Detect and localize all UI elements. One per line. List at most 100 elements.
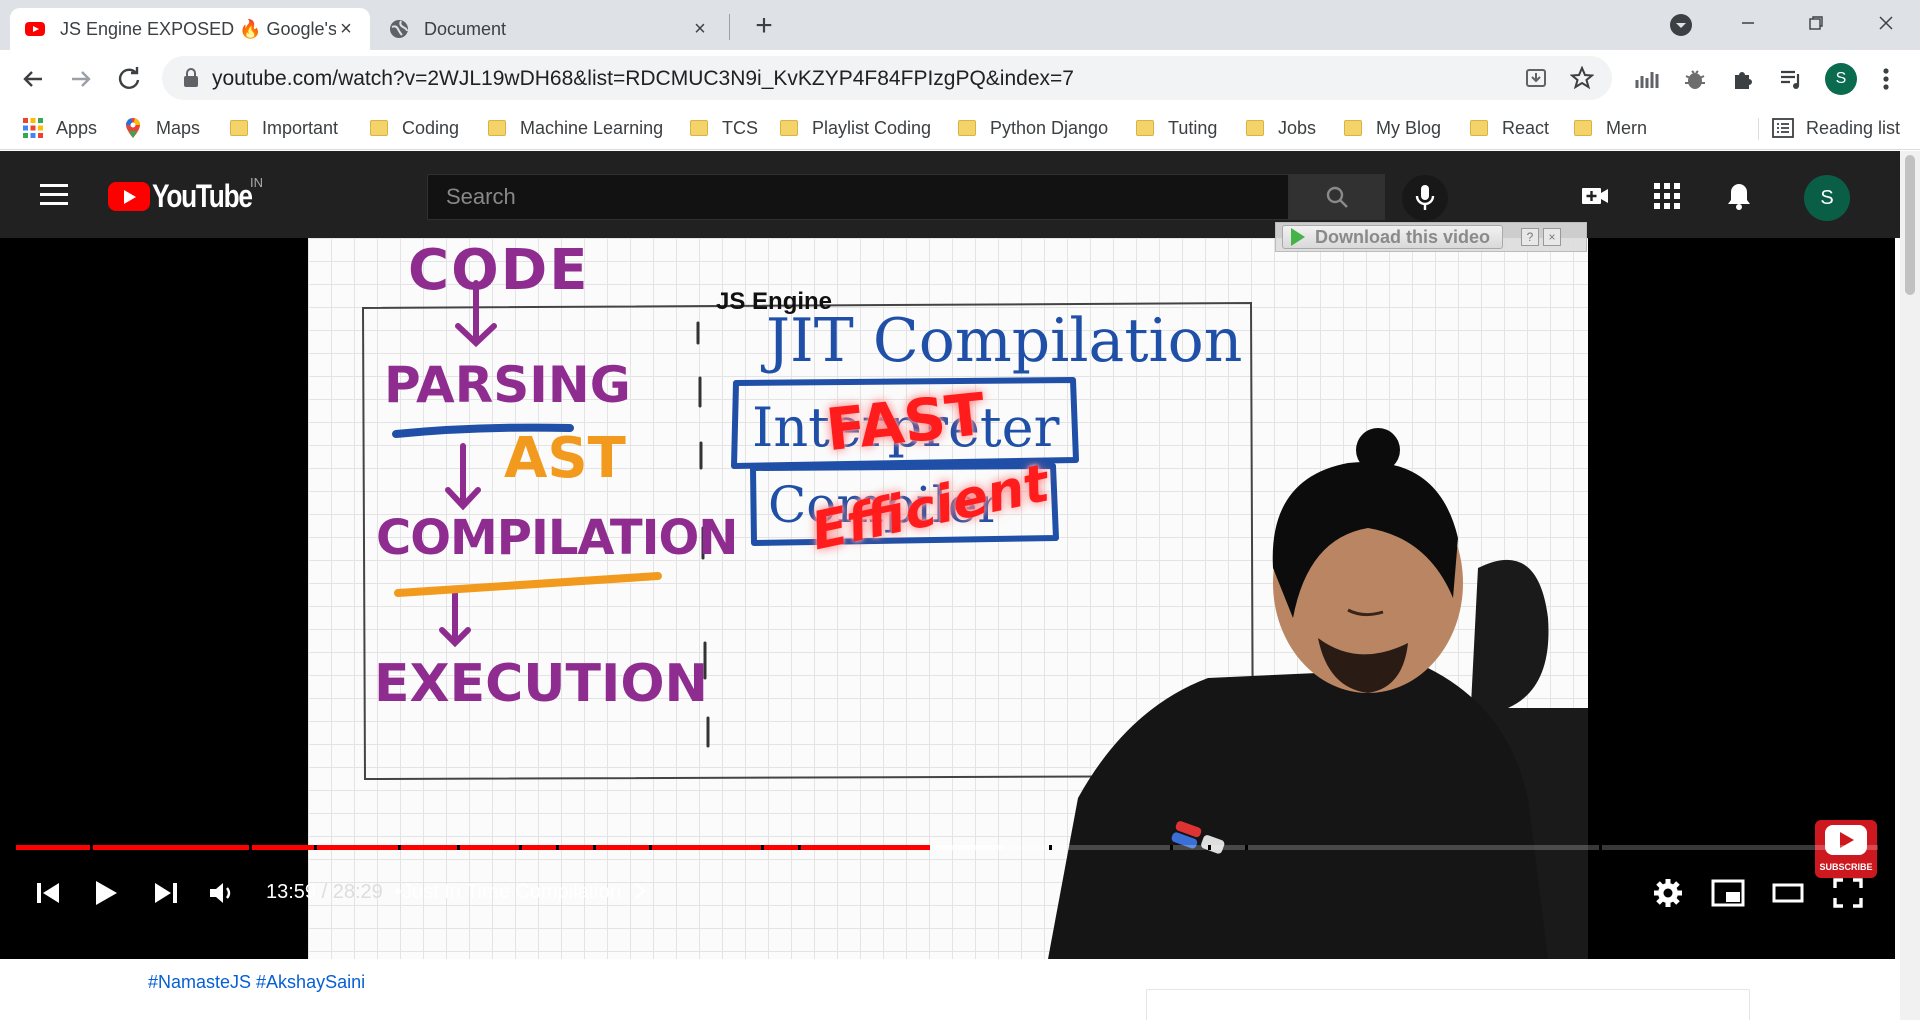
voice-search-button[interactable]: [1402, 175, 1448, 221]
bookmark-folder-my-blog[interactable]: My Blog: [1344, 116, 1441, 140]
chrome-menu-icon[interactable]: [1876, 64, 1896, 94]
bookmark-label: Playlist Coding: [812, 117, 932, 138]
play-button[interactable]: [86, 873, 126, 913]
youtube-icon: [25, 22, 45, 36]
theater-mode-button[interactable]: [1768, 873, 1808, 913]
video-player[interactable]: CODE JS Engine PARSING AST COMPILATION E…: [0, 238, 1895, 959]
sidebar-card: [1146, 989, 1750, 1020]
profile-avatar[interactable]: S: [1825, 63, 1857, 95]
notifications-bell-icon[interactable]: [1724, 181, 1754, 211]
progress-bar[interactable]: [16, 845, 1878, 851]
download-extension-bar: Download this video ? ×: [1275, 222, 1587, 252]
bookmark-folder-react[interactable]: React: [1470, 116, 1549, 140]
youtube-logo[interactable]: YouTube IN: [108, 175, 274, 214]
close-window-icon[interactable]: [1866, 8, 1906, 38]
bookmark-folder-tcs[interactable]: TCS: [690, 116, 758, 140]
bookmark-folder-machine-learning[interactable]: Machine Learning: [488, 116, 663, 140]
microphone-icon: [1415, 185, 1435, 210]
download-video-button[interactable]: Download this video: [1282, 225, 1504, 249]
settings-button[interactable]: [1648, 873, 1688, 913]
tab-youtube[interactable]: JS Engine EXPOSED 🔥 Google's V ×: [10, 8, 370, 50]
folder-icon: [488, 120, 506, 136]
chapter-gap: [397, 845, 401, 850]
folder-icon: [1470, 120, 1488, 136]
tab-document[interactable]: Document ×: [374, 8, 724, 50]
chapter-title-button[interactable]: Just In Time Compilation: [402, 881, 647, 904]
apps-grid-icon[interactable]: [1652, 181, 1682, 211]
folder-icon: [1246, 120, 1264, 136]
previous-button[interactable]: [28, 873, 68, 913]
install-app-icon[interactable]: [1524, 66, 1548, 90]
current-time: 13:59: [266, 881, 317, 903]
folder-icon: [958, 120, 976, 136]
media-control-icon[interactable]: [1778, 66, 1804, 92]
skip-next-icon: [155, 883, 177, 903]
new-tab-button[interactable]: +: [748, 9, 780, 42]
progress-played: [16, 845, 931, 850]
close-tab-icon[interactable]: ×: [336, 18, 356, 40]
miniplayer-button[interactable]: [1708, 873, 1748, 913]
bookmark-label: Machine Learning: [520, 117, 664, 138]
bookmark-label: Coding: [402, 117, 460, 138]
duration: 28:29: [332, 881, 383, 903]
chapter-gap: [1244, 845, 1248, 850]
bookmark-maps[interactable]: Maps: [122, 116, 200, 140]
bookmark-folder-playlist-coding[interactable]: Playlist Coding: [780, 116, 931, 140]
close-tab-icon[interactable]: ×: [690, 18, 710, 40]
url-text[interactable]: youtube.com/watch?v=2WJL19wDH68&list=RDC…: [212, 67, 1074, 91]
create-video-icon[interactable]: [1580, 181, 1610, 211]
bookmark-label: Mern: [1606, 117, 1648, 138]
apps-grid-icon: [23, 118, 43, 138]
chevron-right-icon: [634, 883, 646, 899]
forward-arrow-icon[interactable]: [66, 64, 96, 94]
chapter-bullet: •: [394, 881, 402, 903]
address-bar[interactable]: youtube.com/watch?v=2WJL19wDH68&list=RDC…: [162, 56, 1612, 100]
search-button[interactable]: [1289, 174, 1385, 220]
chapter-gap: [1598, 845, 1602, 850]
bookmark-folder-mern[interactable]: Mern: [1574, 116, 1647, 140]
time-separator: /: [316, 881, 333, 903]
tab-title: JS Engine EXPOSED 🔥 Google's V: [60, 18, 336, 39]
folder-icon: [370, 120, 388, 136]
tab-search-icon[interactable]: [1668, 12, 1694, 38]
back-arrow-icon[interactable]: [18, 64, 48, 94]
chapter-gap: [1170, 845, 1174, 850]
scrollbar-thumb[interactable]: [1905, 155, 1915, 295]
browser-toolbar: youtube.com/watch?v=2WJL19wDH68&list=RDC…: [0, 50, 1920, 106]
youtube-header: YouTube IN S: [0, 151, 1900, 238]
analytics-extension-icon[interactable]: [1634, 66, 1660, 92]
search-box[interactable]: [427, 174, 1289, 220]
extensions-puzzle-icon[interactable]: [1730, 66, 1756, 92]
browser-tab-strip: JS Engine EXPOSED 🔥 Google's V × Documen…: [0, 0, 1920, 50]
bookmark-apps[interactable]: Apps: [22, 116, 97, 140]
theater-mode-icon: [1772, 883, 1804, 903]
close-extension-button[interactable]: ×: [1543, 228, 1562, 246]
reading-list-button[interactable]: Reading list: [1772, 116, 1900, 140]
help-button[interactable]: ?: [1521, 228, 1540, 246]
bookmark-folder-important[interactable]: Important: [230, 116, 338, 140]
bookmark-label: React: [1502, 117, 1550, 138]
bookmark-folder-jobs[interactable]: Jobs: [1246, 116, 1316, 140]
bookmark-folder-coding[interactable]: Coding: [370, 116, 459, 140]
lock-icon[interactable]: [182, 68, 200, 88]
bookmark-folder-tuting[interactable]: Tuting: [1136, 116, 1217, 140]
player-controls: 13:59 / 28:29 • Just In Time Compilation: [0, 863, 1895, 933]
fullscreen-button[interactable]: [1828, 873, 1868, 913]
bookmark-star-icon[interactable]: [1570, 66, 1594, 90]
reload-icon[interactable]: [114, 64, 144, 94]
mute-button[interactable]: [202, 873, 242, 913]
search-input[interactable]: [428, 175, 1288, 219]
maps-pin-icon: [126, 118, 140, 138]
bookmark-folder-python-django[interactable]: Python Django: [958, 116, 1108, 140]
menu-hamburger-icon[interactable]: [40, 184, 68, 206]
bookmark-label: Important: [262, 117, 339, 138]
bug-extension-icon[interactable]: [1682, 66, 1708, 92]
restore-icon[interactable]: [1796, 8, 1836, 38]
next-button[interactable]: [146, 873, 186, 913]
region-code: IN: [250, 175, 263, 190]
account-avatar[interactable]: S: [1804, 175, 1850, 221]
miniplayer-icon: [1711, 879, 1745, 907]
page-scrollbar[interactable]: [1900, 151, 1920, 1020]
minimize-icon[interactable]: [1728, 8, 1768, 38]
hashtags-link[interactable]: #NamasteJS #AkshaySaini: [148, 972, 365, 993]
